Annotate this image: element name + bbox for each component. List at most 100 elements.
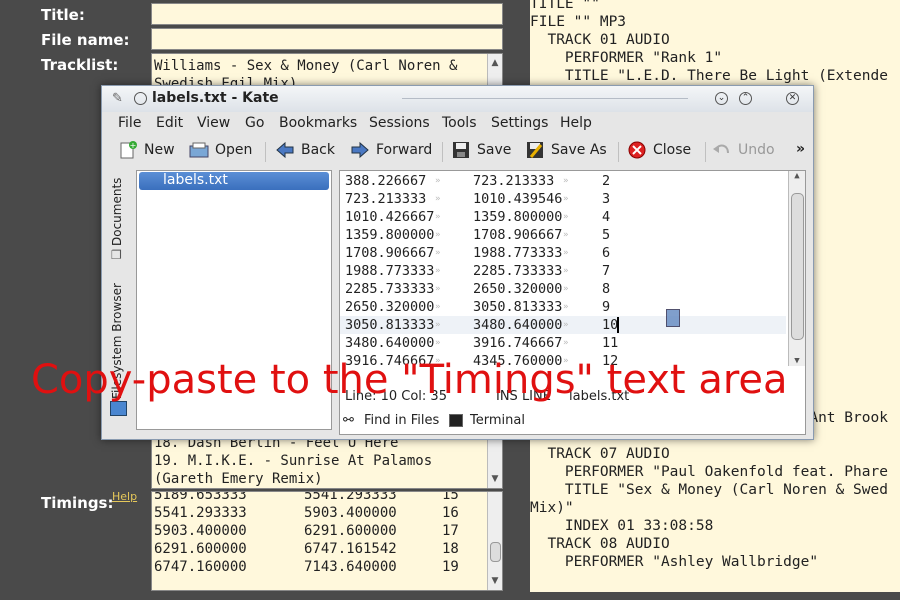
scroll-down-icon[interactable]: ▼ xyxy=(789,356,805,366)
documents-tab-label: Documents xyxy=(110,177,124,246)
find-in-files-button[interactable]: Find in Files xyxy=(364,413,439,428)
editor-start: 723.213333 xyxy=(345,191,427,207)
editor-start: 1988.773333 xyxy=(345,263,435,279)
instruction-overlay: Copy-paste to the "Timings" text area xyxy=(31,357,788,403)
close-button[interactable]: Close xyxy=(627,141,691,159)
save-as-button[interactable]: Save As xyxy=(525,141,607,159)
tracklist-bottom-lines: 18. Dash Berlin - Feel U Here 19. M.I.K.… xyxy=(152,434,432,488)
filesystem-icon xyxy=(110,401,127,416)
timings-row: 6747.160000 7143.640000 19 xyxy=(152,558,459,576)
window-menu-icon[interactable] xyxy=(134,92,147,105)
editor-end: 723.213333 xyxy=(473,173,555,189)
scroll-up-icon[interactable]: ▲ xyxy=(488,56,502,70)
editor-line: 2285.733333 2650.320000 8 » » xyxy=(340,280,786,298)
cue-line: TITLE "" xyxy=(530,0,600,12)
editor-start: 1708.906667 xyxy=(345,245,435,261)
editor-index: 5 xyxy=(602,227,611,243)
menu-edit[interactable]: Edit xyxy=(156,115,183,131)
title-field[interactable] xyxy=(151,3,503,25)
open-button[interactable]: Open xyxy=(189,141,252,159)
tab-marker-icon: » xyxy=(435,248,441,258)
editor-end: 1010.439546 xyxy=(473,191,563,207)
editor-end: 3050.813333 xyxy=(473,299,563,315)
menu-settings[interactable]: Settings xyxy=(491,115,548,131)
back-arrow-icon xyxy=(276,141,294,159)
timings-scrollbar[interactable]: ▼ xyxy=(487,492,502,590)
timings-lines: 5189.653333 5541.293333 15 5541.293333 5903.… xyxy=(152,492,459,576)
kate-titlebar[interactable]: ✎ labels.txt - Kate ⌄ ⌃ ✕ xyxy=(102,86,813,112)
terminal-button[interactable]: Terminal xyxy=(470,413,525,428)
tab-marker-icon: » xyxy=(435,320,441,330)
undo-button[interactable]: Undo xyxy=(712,141,775,159)
bottom-toolbar: ⚯ Find in Files Terminal xyxy=(339,409,804,433)
pen-icon: ✎ xyxy=(112,91,123,106)
scroll-up-icon[interactable]: ▲ xyxy=(789,171,805,181)
tab-marker-icon: » xyxy=(435,266,441,276)
timings-end: 7143.640000 xyxy=(304,559,397,575)
menu-file[interactable]: File xyxy=(118,115,141,131)
scroll-down-icon[interactable]: ▼ xyxy=(488,472,502,486)
save-button[interactable]: Save xyxy=(451,141,511,159)
editor-scrollbar[interactable]: ▲ ▼ xyxy=(788,171,805,366)
timings-help-link[interactable]: Help xyxy=(112,490,137,503)
timings-start: 5903.400000 xyxy=(154,523,247,539)
editor-end: 3916.746667 xyxy=(473,335,563,351)
menu-help[interactable]: Help xyxy=(560,115,592,131)
toolbar-overflow-button[interactable]: » xyxy=(796,141,805,157)
editor-line: 723.213333 1010.439546 3 » » xyxy=(340,190,786,208)
editor-end: 1359.800000 xyxy=(473,209,563,225)
title-label: Title: xyxy=(41,6,85,24)
back-button[interactable]: Back xyxy=(275,141,335,159)
scroll-down-icon[interactable]: ▼ xyxy=(488,574,502,588)
close-window-icon[interactable]: ✕ xyxy=(786,92,799,105)
scroll-thumb[interactable] xyxy=(490,542,501,562)
tab-marker-icon: » xyxy=(563,302,569,312)
menu-sessions[interactable]: Sessions xyxy=(369,115,430,131)
menu-bookmarks[interactable]: Bookmarks xyxy=(279,115,357,131)
editor-line: 3480.640000 3916.746667 11 » » xyxy=(340,334,786,352)
timings-row: 5541.293333 5903.400000 16 xyxy=(152,504,459,522)
timings-end: 6291.600000 xyxy=(304,523,397,539)
cue-line: TRACK 07 AUDIO xyxy=(530,446,670,462)
editor-end: 2650.320000 xyxy=(473,281,563,297)
tab-marker-icon: » xyxy=(563,284,569,294)
timings-index: 17 xyxy=(442,523,459,539)
save-label: Save xyxy=(477,142,512,158)
drag-cursor-icon xyxy=(666,309,680,327)
editor-line: 1359.800000 1708.906667 5 » » xyxy=(340,226,786,244)
filename-field[interactable] xyxy=(151,28,503,50)
document-item-labels-txt[interactable]: labels.txt xyxy=(139,172,329,190)
menu-go[interactable]: Go xyxy=(245,115,264,131)
minimize-icon[interactable]: ⌄ xyxy=(715,92,728,105)
new-button[interactable]: + New xyxy=(118,141,175,159)
timings-index: 19 xyxy=(442,559,459,575)
cue-line: TRACK 01 AUDIO xyxy=(530,32,670,48)
maximize-icon[interactable]: ⌃ xyxy=(739,92,752,105)
editor-end: 1988.773333 xyxy=(473,245,563,261)
timings-end: 5903.400000 xyxy=(304,505,397,521)
forward-label: Forward xyxy=(376,142,433,158)
editor-index: 4 xyxy=(602,209,611,225)
forward-button[interactable]: Forward xyxy=(350,141,432,159)
text-caret xyxy=(617,317,619,333)
new-document-icon: + xyxy=(120,141,137,159)
terminal-icon xyxy=(449,414,463,427)
documents-tab[interactable]: Documents ❐ xyxy=(108,170,130,262)
timings-row: 5903.400000 6291.600000 17 xyxy=(152,522,459,540)
editor-start: 1359.800000 xyxy=(345,227,435,243)
menu-tools[interactable]: Tools xyxy=(442,115,477,131)
tab-marker-icon: » xyxy=(563,176,569,186)
editor-start: 3480.640000 xyxy=(345,335,435,351)
tab-marker-icon: » xyxy=(563,212,569,222)
scroll-thumb[interactable] xyxy=(791,193,804,340)
editor-line: 3050.813333 3480.640000 10 » » xyxy=(340,316,786,334)
editor-end: 2285.733333 xyxy=(473,263,563,279)
undo-icon xyxy=(713,144,729,154)
editor-index: 8 xyxy=(602,281,611,297)
timings-textarea[interactable]: 5189.653333 5541.293333 15 5541.293333 5903.… xyxy=(151,491,503,591)
svg-text:+: + xyxy=(130,141,137,150)
titlebar-divider xyxy=(402,98,688,99)
toolbar-separator xyxy=(618,142,619,162)
menu-view[interactable]: View xyxy=(197,115,230,131)
save-as-icon xyxy=(527,142,543,158)
